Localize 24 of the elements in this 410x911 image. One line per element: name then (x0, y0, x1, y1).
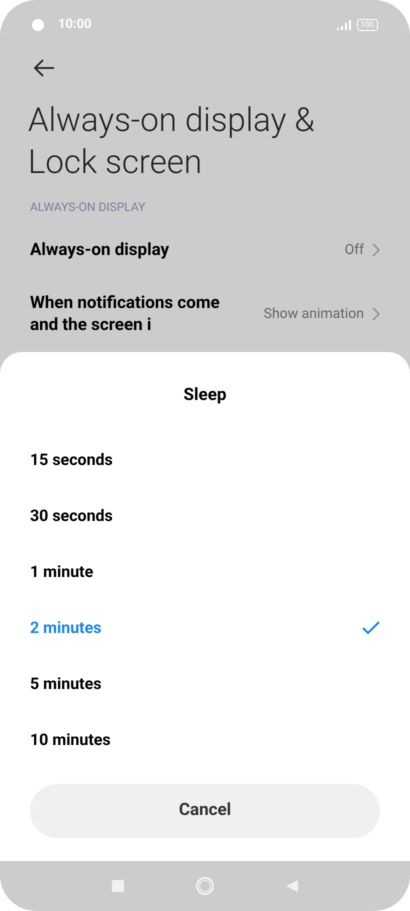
section-header: ALWAYS-ON DISPLAY (29, 199, 146, 216)
checkmark-icon (362, 621, 380, 635)
signal-icon (336, 20, 352, 30)
setting-value: Show animation (264, 304, 364, 324)
chevron-right-icon (372, 307, 380, 321)
recents-icon[interactable] (112, 880, 124, 892)
sleep-option[interactable]: 5 minutes (0, 656, 410, 712)
sleep-option[interactable]: 1 minute (0, 544, 410, 600)
sleep-option[interactable]: 15 seconds (0, 432, 410, 488)
page-title: Always-on display & Lock screen (27, 100, 316, 184)
back-arrow-icon[interactable] (32, 58, 56, 78)
settings-row[interactable]: When notifications come and the screen i Show animation (0, 284, 410, 344)
chevron-right-icon (372, 243, 380, 257)
sleep-option[interactable]: 2 minutes (0, 600, 410, 656)
sleep-option[interactable]: 10 minutes (0, 712, 410, 768)
setting-title: Always-on display (30, 239, 170, 261)
cancel-button[interactable]: Cancel (30, 784, 380, 838)
settings-row[interactable]: Always-on display Off (0, 220, 410, 280)
home-icon[interactable] (196, 877, 214, 895)
setting-title: When notifications come and the screen i (30, 292, 220, 336)
sheet-title: Sleep (182, 384, 228, 406)
back-triangle-icon[interactable] (286, 880, 298, 892)
setting-value: Off (344, 240, 364, 260)
sleep-option[interactable]: 30 seconds (0, 488, 410, 544)
